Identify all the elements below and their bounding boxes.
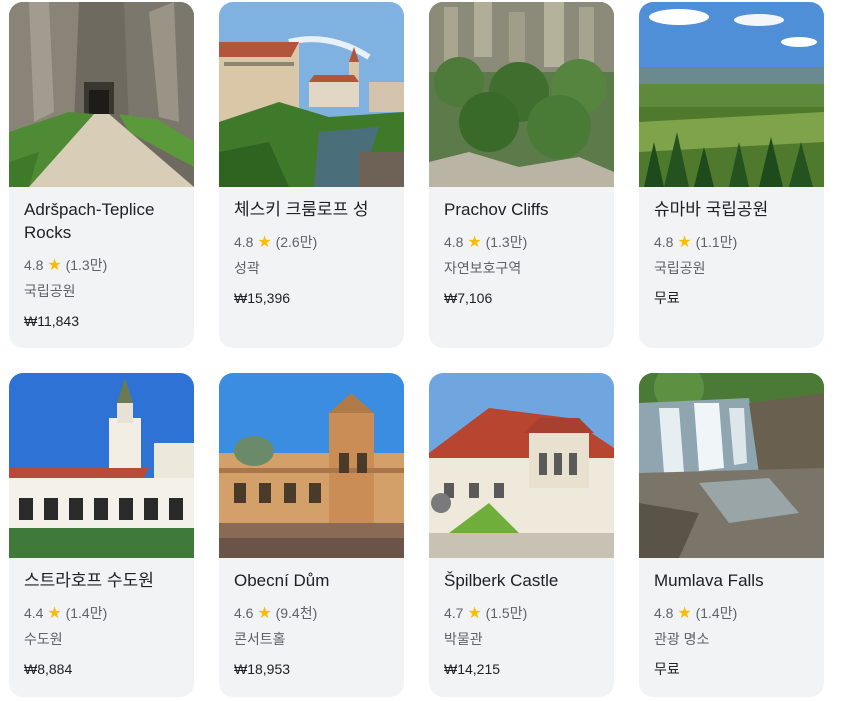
attraction-title: Prachov Cliffs — [444, 200, 549, 219]
rating-value: 4.8 — [234, 234, 254, 250]
attraction-card[interactable]: Špilberk Castle 4.7 ★ (1.5만) 박물관 ₩14,215 — [429, 373, 614, 697]
attraction-category: 박물관 — [444, 631, 483, 647]
rating-row: 4.8 ★ (2.6만) — [234, 233, 394, 252]
attraction-title: 슈마바 국립공원 — [654, 200, 769, 219]
star-icon: ★ — [47, 605, 62, 622]
attraction-price: ₩15,396 — [234, 290, 291, 306]
rating-row: 4.8 ★ (1.3만) — [24, 256, 184, 275]
review-count: (1.1만) — [695, 234, 738, 250]
attraction-category: 국립공원 — [24, 283, 76, 299]
attraction-title: Obecní Dům — [234, 571, 330, 590]
attraction-price: ₩7,106 — [444, 290, 493, 306]
attraction-category: 수도원 — [24, 631, 63, 647]
attraction-card[interactable]: 체스키 크룸로프 성 4.8 ★ (2.6만) 성곽 ₩15,396 — [219, 2, 404, 348]
attraction-card[interactable]: Adršpach-Teplice Rocks 4.8 ★ (1.3만) 국립공원… — [9, 2, 194, 348]
attraction-category: 국립공원 — [654, 260, 706, 276]
attraction-price: ₩18,953 — [234, 661, 291, 677]
review-count: (1.4만) — [65, 605, 108, 621]
attraction-title: Špilberk Castle — [444, 571, 559, 590]
attraction-price: ₩11,843 — [24, 313, 79, 329]
attraction-photo — [429, 2, 614, 187]
star-icon: ★ — [677, 234, 692, 251]
attraction-card[interactable]: Prachov Cliffs 4.8 ★ (1.3만) 자연보호구역 ₩7,10… — [429, 2, 614, 348]
review-count: (1.4만) — [695, 605, 738, 621]
attraction-card[interactable]: Mumlava Falls 4.8 ★ (1.4만) 관광 명소 무료 — [639, 373, 824, 697]
attraction-title: Mumlava Falls — [654, 571, 764, 590]
attraction-title: 스트라호프 수도원 — [24, 571, 154, 590]
attraction-price: 무료 — [654, 661, 680, 677]
rating-row: 4.8 ★ (1.4만) — [654, 604, 814, 623]
rating-row: 4.8 ★ (1.1만) — [654, 233, 814, 252]
attraction-photo — [9, 373, 194, 558]
review-count: (1.5만) — [485, 605, 528, 621]
attraction-title: Adršpach-Teplice Rocks — [24, 200, 155, 242]
attraction-category: 콘서트홀 — [234, 631, 286, 647]
attraction-price: 무료 — [654, 290, 680, 306]
attraction-price: ₩14,215 — [444, 661, 501, 677]
attraction-photo — [639, 373, 824, 558]
rating-row: 4.8 ★ (1.3만) — [444, 233, 604, 252]
rating-value: 4.8 — [444, 234, 464, 250]
rating-value: 4.4 — [24, 605, 44, 621]
attraction-title: 체스키 크룸로프 성 — [234, 200, 369, 219]
rating-row: 4.4 ★ (1.4만) — [24, 604, 184, 623]
star-icon: ★ — [47, 257, 62, 274]
rating-value: 4.7 — [444, 605, 464, 621]
attractions-grid: Adršpach-Teplice Rocks 4.8 ★ (1.3만) 국립공원… — [0, 0, 844, 701]
review-count: (1.3만) — [485, 234, 528, 250]
attraction-card[interactable]: 스트라호프 수도원 4.4 ★ (1.4만) 수도원 ₩8,884 — [9, 373, 194, 697]
attraction-category: 성곽 — [234, 260, 260, 276]
review-count: (9.4천) — [275, 605, 318, 621]
star-icon: ★ — [467, 605, 482, 622]
star-icon: ★ — [257, 605, 272, 622]
attraction-photo — [219, 373, 404, 558]
attraction-category: 관광 명소 — [654, 631, 710, 647]
attraction-photo — [639, 2, 824, 187]
attraction-price: ₩8,884 — [24, 661, 73, 677]
review-count: (1.3만) — [65, 257, 108, 273]
rating-value: 4.8 — [654, 605, 674, 621]
attraction-photo — [429, 373, 614, 558]
star-icon: ★ — [257, 234, 272, 251]
attraction-category: 자연보호구역 — [444, 260, 522, 276]
attraction-card[interactable]: Obecní Dům 4.6 ★ (9.4천) 콘서트홀 ₩18,953 — [219, 373, 404, 697]
star-icon: ★ — [467, 234, 482, 251]
review-count: (2.6만) — [275, 234, 318, 250]
attraction-photo — [9, 2, 194, 187]
rating-value: 4.8 — [654, 234, 674, 250]
rating-value: 4.8 — [24, 257, 44, 273]
rating-row: 4.6 ★ (9.4천) — [234, 604, 394, 623]
attraction-photo — [219, 2, 404, 187]
attraction-card[interactable]: 슈마바 국립공원 4.8 ★ (1.1만) 국립공원 무료 — [639, 2, 824, 348]
star-icon: ★ — [677, 605, 692, 622]
rating-value: 4.6 — [234, 605, 254, 621]
rating-row: 4.7 ★ (1.5만) — [444, 604, 604, 623]
